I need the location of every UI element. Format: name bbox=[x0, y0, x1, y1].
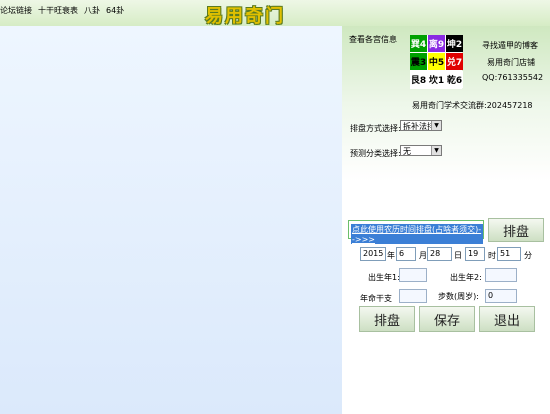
hour-value: 19 bbox=[468, 249, 479, 258]
save-button[interactable]: 保存 bbox=[419, 306, 475, 332]
year-select[interactable]: 2015 bbox=[360, 247, 386, 261]
layout-select[interactable]: 拆补法排 ▼ bbox=[400, 120, 442, 131]
steps-input[interactable]: 0 bbox=[485, 289, 517, 303]
chart-area bbox=[0, 26, 342, 414]
palace-cell[interactable]: 巽4 bbox=[410, 35, 427, 52]
menu-bagua[interactable]: 八卦 bbox=[84, 5, 100, 16]
minute-value: 51 bbox=[500, 249, 511, 258]
birth-year2-label: 出生年2: bbox=[450, 273, 482, 282]
minute-select[interactable]: 51 bbox=[497, 247, 521, 261]
year-value: 2015 bbox=[363, 249, 384, 258]
birth-year1-label: 出生年1: bbox=[368, 273, 400, 282]
palace-cell[interactable]: 坎1 bbox=[428, 71, 445, 88]
shop-link[interactable]: 易用奇门店铺 bbox=[487, 57, 535, 68]
top-menu: 论坛链接 十干旺衰表 八卦 64卦 bbox=[0, 5, 124, 16]
steps-label: 步数(周岁): bbox=[438, 292, 479, 301]
month-value: 6 bbox=[399, 249, 405, 258]
month-unit: 月 bbox=[419, 251, 427, 260]
day-value: 28 bbox=[430, 249, 441, 258]
minute-unit: 分 bbox=[524, 251, 532, 260]
blog-link[interactable]: 寻找遁甲的博客 bbox=[482, 40, 538, 51]
day-select[interactable]: 28 bbox=[427, 247, 452, 261]
palace-cell[interactable]: 坤2 bbox=[446, 35, 463, 52]
ganzhi-input[interactable] bbox=[399, 289, 427, 303]
menu-forum-link[interactable]: 论坛链接 bbox=[0, 5, 32, 16]
category-select[interactable]: 无 ▼ bbox=[400, 145, 442, 156]
exit-button[interactable]: 退出 bbox=[479, 306, 535, 332]
birth-year2-input[interactable] bbox=[485, 268, 517, 282]
month-select[interactable]: 6 bbox=[396, 247, 416, 261]
group-info: 易用奇门学术交流群:202457218 bbox=[412, 101, 533, 110]
year-unit: 年 bbox=[387, 251, 395, 260]
menu-64gua[interactable]: 64卦 bbox=[106, 5, 124, 16]
menu-tengan-table[interactable]: 十干旺衰表 bbox=[38, 5, 78, 16]
paipan-button[interactable]: 排盘 bbox=[359, 306, 415, 332]
chevron-down-icon: ▼ bbox=[431, 121, 441, 130]
palace-cell[interactable]: 乾6 bbox=[446, 71, 463, 88]
birth-year1-input[interactable] bbox=[399, 268, 427, 282]
palace-cell[interactable]: 兑7 bbox=[446, 53, 463, 70]
paipan-top-button[interactable]: 排盘 bbox=[488, 218, 544, 242]
day-unit: 日 bbox=[454, 251, 462, 260]
category-select-value: 无 bbox=[403, 147, 411, 156]
qq-text: QQ:761335542 bbox=[482, 73, 544, 82]
palace-cell[interactable]: 中5 bbox=[428, 53, 445, 70]
palace-cell[interactable]: 震3 bbox=[410, 53, 427, 70]
hour-select[interactable]: 19 bbox=[465, 247, 485, 261]
lunar-time-link[interactable]: 点此使用农历时间排盘(占啥者须交)-->>> bbox=[351, 224, 483, 244]
palace-cell[interactable]: 艮8 bbox=[410, 71, 427, 88]
ganzhi-label: 年命干支 bbox=[360, 294, 392, 303]
palace-info-label: 查看各宫信息 bbox=[349, 35, 397, 44]
layout-label: 排盘方式选择: bbox=[350, 124, 401, 133]
title-bar: 论坛链接 十干旺衰表 八卦 64卦 易用奇门 bbox=[0, 0, 550, 27]
palace-cell[interactable]: 离9 bbox=[428, 35, 445, 52]
palace-grid: 巽4 离9 坤2 震3 中5 兑7 艮8 坎1 乾6 bbox=[410, 35, 463, 89]
hour-unit: 时 bbox=[488, 251, 496, 260]
brand-logo: 易用奇门 bbox=[205, 6, 285, 27]
category-label: 预测分类选择: bbox=[350, 149, 401, 158]
lunar-link-box[interactable]: 点此使用农历时间排盘(占啥者须交)-->>> bbox=[348, 220, 484, 244]
chevron-down-icon: ▼ bbox=[431, 146, 441, 155]
steps-value: 0 bbox=[488, 291, 494, 300]
